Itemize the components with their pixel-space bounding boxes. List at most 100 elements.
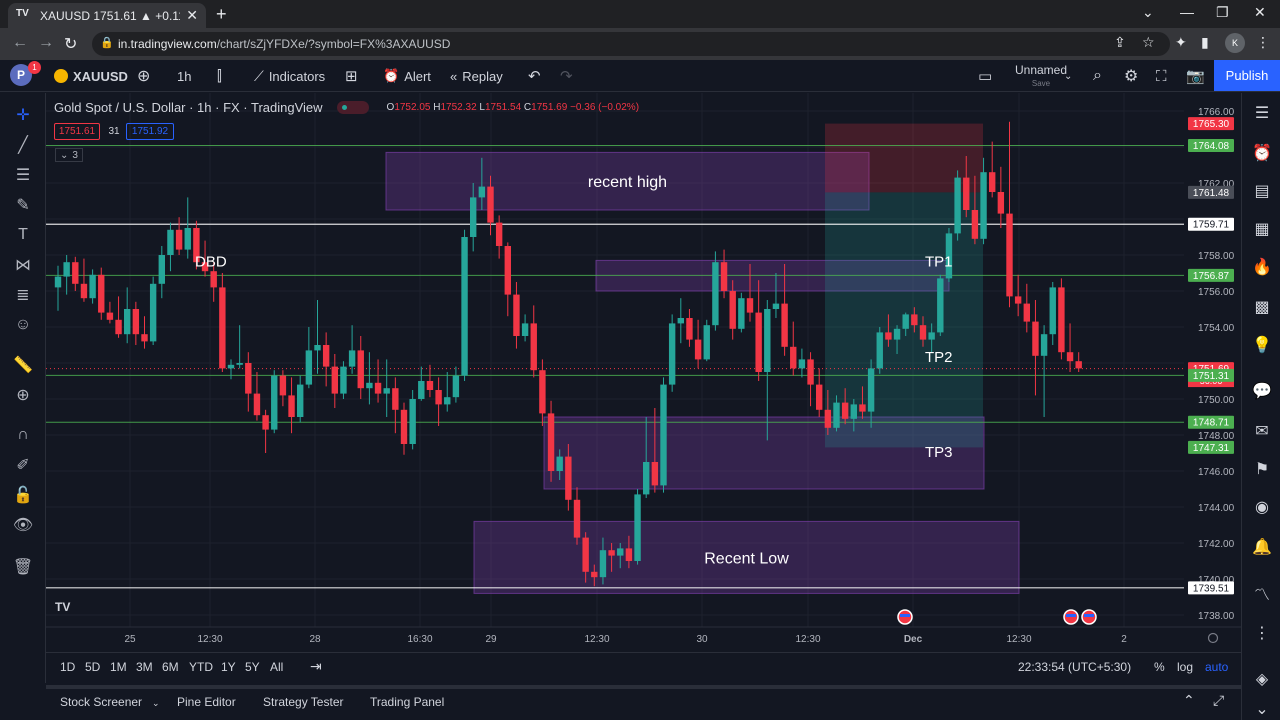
position-tool[interactable] [825,123,983,448]
streams-icon[interactable]: ◉ [1251,496,1273,518]
percent-scale-toggle[interactable]: % [1154,660,1165,674]
fib-retracement-icon[interactable]: ☰ [12,164,34,186]
url-input[interactable]: 🔒 in.tradingview.com/chart/sZjYFDXe/?sym… [92,32,1170,56]
alerts-clock-icon[interactable]: ⏰ [1251,142,1273,164]
tab-pine-editor[interactable]: Pine Editor [177,695,236,709]
settings-gear-icon[interactable]: ⚙ [1124,60,1138,92]
profile-avatar[interactable]: K [1225,33,1245,53]
minimize-icon[interactable]: — [1180,4,1194,20]
tab-trading-panel[interactable]: Trading Panel [370,695,444,709]
range-5y[interactable]: 5Y [245,660,260,674]
range-1d[interactable]: 1D [60,660,75,674]
candle-body [80,283,88,299]
ideas-bulb-icon[interactable]: 💡 [1251,334,1273,356]
indicators-button[interactable]: ⟋ Indicators [254,60,325,92]
search-icon[interactable]: ⌕ [1093,60,1102,92]
share-icon[interactable]: ⇪ [1114,34,1126,51]
compare-symbol-icon[interactable]: ⊕ [137,60,150,92]
fullscreen-rect-icon[interactable]: ▭ [978,60,992,92]
hide-drawings-eye-icon[interactable]: 👁 [12,514,34,536]
close-tab-icon[interactable]: ✕ [186,7,198,24]
stay-in-drawing-icon[interactable]: ✐ [12,454,34,476]
ruler-icon[interactable]: 📏 [12,354,34,376]
log-scale-toggle[interactable]: log [1177,660,1193,674]
price-axis[interactable]: 1766.001762.001758.001756.001754.001750.… [1184,93,1241,652]
pattern-icon[interactable]: ⋈ [12,254,34,276]
zoom-in-icon[interactable]: ⊕ [12,384,34,406]
buy-price-button[interactable]: 1751.92 [126,123,174,140]
tab-search-icon[interactable]: ⌄ [1142,4,1154,21]
forward-icon[interactable]: → [38,34,54,52]
calendar-icon[interactable]: ▩ [1251,296,1273,318]
range-all[interactable]: All [270,660,283,674]
collapse-panel-chevron-icon[interactable]: ⌄ [1251,698,1273,720]
bookmark-star-icon[interactable]: ☆ [1142,34,1155,51]
expand-panel-icon[interactable]: ⤢ [1213,692,1224,709]
hotlists-fire-icon[interactable]: 🔥 [1251,256,1273,278]
trash-icon[interactable]: 🗑 [12,556,34,578]
maximize-icon[interactable]: ❐ [1216,4,1229,21]
new-tab-icon[interactable]: + [216,4,227,25]
chats-icon[interactable]: 💬 [1251,380,1273,402]
interval-button[interactable]: 1h [177,60,191,92]
chart-type-icon[interactable]: ⫿ [217,60,222,92]
snapshot-camera-icon[interactable]: 📷 [1186,60,1205,92]
go-to-date-icon[interactable]: ⇥ [310,658,322,675]
sell-price-button[interactable]: 1751.61 [54,123,100,140]
redo-icon[interactable]: ↷ [560,60,573,92]
layouts-grid-icon[interactable]: ⊞ [345,60,358,92]
range-5d[interactable]: 5D [85,660,100,674]
tab-strategy-tester[interactable]: Strategy Tester [263,695,343,709]
alert-button[interactable]: ⏰ Alert [383,60,431,92]
performance-icon[interactable]: 〽 [1251,582,1273,604]
close-value: 1751.69 [531,102,568,113]
browser-menu-icon[interactable]: ⋮ [1256,34,1270,51]
range-3m[interactable]: 3M [136,660,153,674]
price-chart[interactable]: recent high Recent Low DBD TP1 TP2 TP3 1766.… [46,93,1241,652]
range-1y[interactable]: 1Y [221,660,236,674]
back-icon[interactable]: ← [12,34,28,52]
brush-icon[interactable]: ✎ [12,194,34,216]
tradingview-logo-icon[interactable]: TV [55,600,79,620]
trend-line-icon[interactable]: ╱ [12,134,34,156]
maximize-panel-chevron-icon[interactable]: ⌃ [1183,692,1195,709]
sidebar-icon[interactable]: ▮ [1201,34,1209,51]
auto-scale-toggle[interactable]: auto [1205,660,1228,674]
lock-drawings-icon[interactable]: 🔓 [12,484,34,506]
messages-icon[interactable]: ✉ [1251,420,1273,442]
browser-tab[interactable]: TV XAUUSD 1751.61 ▲ +0.11% Unna ✕ [8,3,206,28]
emoji-icon[interactable]: ☺ [12,314,34,336]
candle-body [712,262,719,326]
undo-icon[interactable]: ↶ [528,60,541,92]
layers-icon[interactable]: ◈ [1251,668,1273,690]
tips-icon[interactable]: ⚑ [1251,458,1273,480]
range-1m[interactable]: 1M [110,660,127,674]
candle-body [807,359,814,385]
price-tag-label: 1764.08 [1193,141,1230,152]
indicator-collapse-button[interactable]: ⌄ 3 [55,148,83,162]
notifications-bell-icon[interactable]: 🔔 [1251,536,1273,558]
extensions-icon[interactable]: ✦ [1175,34,1187,51]
dom-icon[interactable]: ⋮ [1251,622,1273,644]
prediction-icon[interactable]: ≣ [12,284,34,306]
range-ytd[interactable]: YTD [189,660,213,674]
reload-icon[interactable]: ↻ [64,34,77,54]
candle-body [348,350,356,367]
crosshair-icon[interactable]: ✛ [12,104,34,126]
magnet-icon[interactable]: ∩ [12,424,34,446]
layout-dropdown-chevron-icon[interactable]: ⌄ [1064,60,1072,92]
close-window-icon[interactable]: ✕ [1254,4,1266,21]
clock-readout[interactable]: 22:33:54 (UTC+5:30) [1018,660,1131,674]
symbol-search-button[interactable]: XAUUSD [54,60,128,92]
range-6m[interactable]: 6M [162,660,179,674]
market-status-pill[interactable] [336,101,369,114]
tab-stock-screener[interactable]: Stock Screener ⌄ [60,695,160,709]
news-icon[interactable]: ▤ [1251,180,1273,202]
text-tool-icon[interactable]: T [12,224,34,246]
replay-button[interactable]: «Replay [450,60,503,92]
watchlist-icon[interactable]: ☰ [1251,102,1273,124]
fullscreen-icon[interactable]: ⛶ [1156,60,1167,92]
publish-button[interactable]: Publish [1214,60,1280,91]
candle-body [1066,352,1074,362]
data-window-icon[interactable]: ▦ [1251,218,1273,240]
